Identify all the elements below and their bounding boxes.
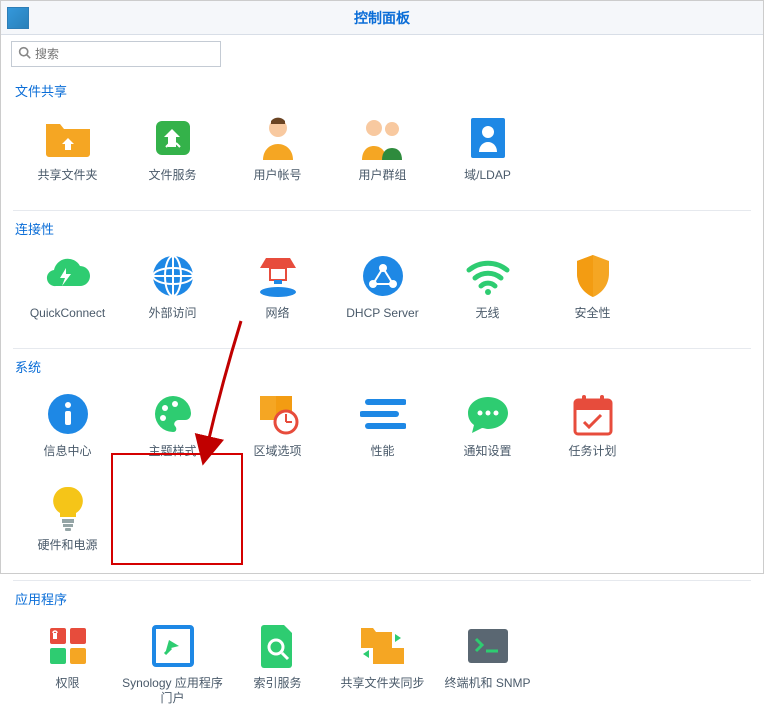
user-icon: [252, 112, 304, 164]
item-quickconnect[interactable]: QuickConnect: [15, 244, 120, 338]
search-icon: [18, 46, 31, 62]
shield-icon: [567, 250, 619, 302]
item-label: QuickConnect: [28, 306, 107, 321]
item-label: 终端机和 SNMP: [442, 676, 532, 691]
section-title: 应用程序: [15, 585, 749, 608]
item-security[interactable]: 安全性: [540, 244, 645, 338]
section-title: 文件共享: [15, 77, 749, 100]
ldap-icon: [462, 112, 514, 164]
item-label: 用户帐号: [251, 168, 303, 183]
group-icon: [357, 112, 409, 164]
calendar-icon: [567, 388, 619, 440]
item-label: Synology 应用程序门户: [120, 676, 225, 706]
item-app-portal[interactable]: Synology 应用程序门户: [120, 614, 225, 708]
bulb-icon: [42, 482, 94, 534]
section-connectivity: 连接性 QuickConnect 外部访问 网络 DHCP Server: [1, 211, 763, 348]
regional-icon: [252, 388, 304, 440]
item-domain-ldap[interactable]: 域/LDAP: [435, 106, 540, 200]
item-terminal-snmp[interactable]: 终端机和 SNMP: [435, 614, 540, 708]
search-input[interactable]: [35, 47, 214, 61]
item-folder-sync[interactable]: 共享文件夹同步: [330, 614, 435, 708]
item-label: 性能: [368, 444, 396, 459]
section-fileshare: 文件共享 共享文件夹 文件服务 用户帐号 用户群组: [1, 73, 763, 210]
file-services-icon: [147, 112, 199, 164]
item-label: 域/LDAP: [462, 168, 513, 183]
titlebar: 控制面板: [1, 1, 763, 35]
item-regional[interactable]: 区域选项: [225, 382, 330, 476]
dhcp-icon: [357, 250, 409, 302]
section-system: 系统 信息中心 主题样式 区域选项 性能: [1, 349, 763, 580]
window-title: 控制面板: [1, 8, 763, 28]
item-file-services[interactable]: 文件服务: [120, 106, 225, 200]
item-label: 用户群组: [356, 168, 408, 183]
privileges-icon: [42, 620, 94, 672]
item-notifications[interactable]: 通知设置: [435, 382, 540, 476]
item-dhcp-server[interactable]: DHCP Server: [330, 244, 435, 338]
item-label: 网络: [263, 306, 291, 321]
section-title: 连接性: [15, 215, 749, 238]
item-label: 硬件和电源: [35, 538, 99, 553]
item-performance[interactable]: 性能: [330, 382, 435, 476]
item-task-scheduler[interactable]: 任务计划: [540, 382, 645, 476]
info-icon: [42, 388, 94, 440]
item-wireless[interactable]: 无线: [435, 244, 540, 338]
index-icon: [252, 620, 304, 672]
item-themes[interactable]: 主题样式: [120, 382, 225, 476]
item-label: 文件服务: [146, 168, 198, 183]
item-shared-folder[interactable]: 共享文件夹: [15, 106, 120, 200]
folder-share-icon: [42, 112, 94, 164]
chat-icon: [462, 388, 514, 440]
section-title: 系统: [15, 353, 749, 376]
performance-icon: [357, 388, 409, 440]
item-label: 信息中心: [41, 444, 93, 459]
item-label: 安全性: [572, 306, 612, 321]
palette-icon: [147, 388, 199, 440]
item-privileges[interactable]: 权限: [15, 614, 120, 708]
item-hardware-power[interactable]: 硬件和电源: [15, 476, 120, 570]
cloud-bolt-icon: [42, 250, 94, 302]
item-label: 主题样式: [146, 444, 198, 459]
item-external-access[interactable]: 外部访问: [120, 244, 225, 338]
app-portal-icon: [147, 620, 199, 672]
wifi-icon: [462, 250, 514, 302]
terminal-icon: [462, 620, 514, 672]
item-index-service[interactable]: 索引服务: [225, 614, 330, 708]
item-label: 索引服务: [251, 676, 303, 691]
section-applications: 应用程序 权限 Synology 应用程序门户 索引服务 共享文件夹同步: [1, 581, 763, 718]
item-label: 外部访问: [146, 306, 198, 321]
item-label: 权限: [53, 676, 81, 691]
network-icon: [252, 250, 304, 302]
search-input-wrap[interactable]: [11, 41, 221, 67]
item-label: 通知设置: [461, 444, 513, 459]
globe-icon: [147, 250, 199, 302]
item-info-center[interactable]: 信息中心: [15, 382, 120, 476]
item-label: 任务计划: [566, 444, 618, 459]
item-user-account[interactable]: 用户帐号: [225, 106, 330, 200]
folder-sync-icon: [357, 620, 409, 672]
item-network[interactable]: 网络: [225, 244, 330, 338]
item-label: 区域选项: [251, 444, 303, 459]
item-label: 无线: [473, 306, 501, 321]
item-label: 共享文件夹: [35, 168, 99, 183]
item-user-group[interactable]: 用户群组: [330, 106, 435, 200]
item-label: 共享文件夹同步: [338, 676, 426, 691]
item-label: DHCP Server: [344, 306, 420, 321]
search-bar: [1, 35, 763, 73]
